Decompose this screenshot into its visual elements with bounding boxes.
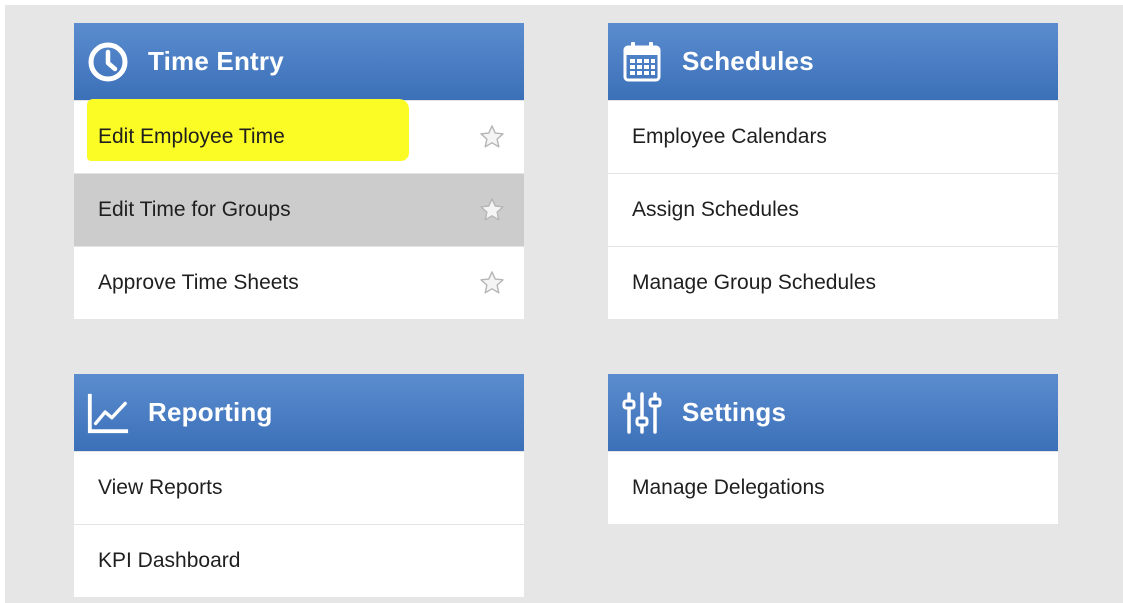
menu-item-label: Edit Employee Time: [98, 125, 285, 148]
favorite-star-icon[interactable]: [478, 269, 506, 297]
clock-icon: [86, 40, 130, 84]
time-entry-header: Time Entry: [74, 23, 524, 100]
time-entry-title: Time Entry: [148, 46, 284, 76]
menu-item-assign-schedules[interactable]: Assign Schedules: [608, 173, 1058, 246]
menu-item-edit-employee-time[interactable]: Edit Employee Time: [74, 99, 524, 173]
menu-item-view-reports[interactable]: View Reports: [74, 451, 524, 524]
menu-item-approve-time-sheets[interactable]: Approve Time Sheets: [74, 246, 524, 319]
reporting-panel: Reporting View Reports KPI Dashboard: [74, 374, 524, 597]
menu-item-label: KPI Dashboard: [98, 549, 241, 572]
menu-item-label: Employee Calendars: [632, 125, 827, 148]
menu-item-manage-group-schedules[interactable]: Manage Group Schedules: [608, 246, 1058, 319]
schedules-title: Schedules: [682, 46, 814, 76]
menu-item-label: View Reports: [98, 476, 223, 499]
reporting-title: Reporting: [148, 397, 273, 427]
line-chart-icon: [86, 391, 130, 435]
menu-item-label: Edit Time for Groups: [98, 198, 291, 221]
settings-panel: Settings Manage Delegations: [608, 374, 1058, 524]
menu-item-label: Assign Schedules: [632, 198, 799, 221]
reporting-header: Reporting: [74, 374, 524, 451]
menu-item-edit-time-for-groups[interactable]: Edit Time for Groups: [74, 173, 524, 246]
favorite-star-icon[interactable]: [478, 196, 506, 224]
settings-title: Settings: [682, 397, 787, 427]
settings-header: Settings: [608, 374, 1058, 451]
menu-item-label: Manage Delegations: [632, 476, 825, 499]
sliders-icon: [620, 391, 664, 435]
menu-item-label: Approve Time Sheets: [98, 271, 299, 294]
favorite-star-icon[interactable]: [478, 123, 506, 151]
time-entry-panel: Time Entry Edit Employee Time Edit Time …: [74, 23, 524, 319]
schedules-header: Schedules: [608, 23, 1058, 100]
menu-item-kpi-dashboard[interactable]: KPI Dashboard: [74, 524, 524, 597]
menu-item-manage-delegations[interactable]: Manage Delegations: [608, 451, 1058, 524]
menu-item-employee-calendars[interactable]: Employee Calendars: [608, 100, 1058, 173]
menu-item-label: Manage Group Schedules: [632, 271, 876, 294]
calendar-icon: [620, 40, 664, 84]
dashboard-canvas: Time Entry Edit Employee Time Edit Time …: [5, 5, 1123, 603]
schedules-panel: Schedules Employee Calendars Assign Sche…: [608, 23, 1058, 319]
